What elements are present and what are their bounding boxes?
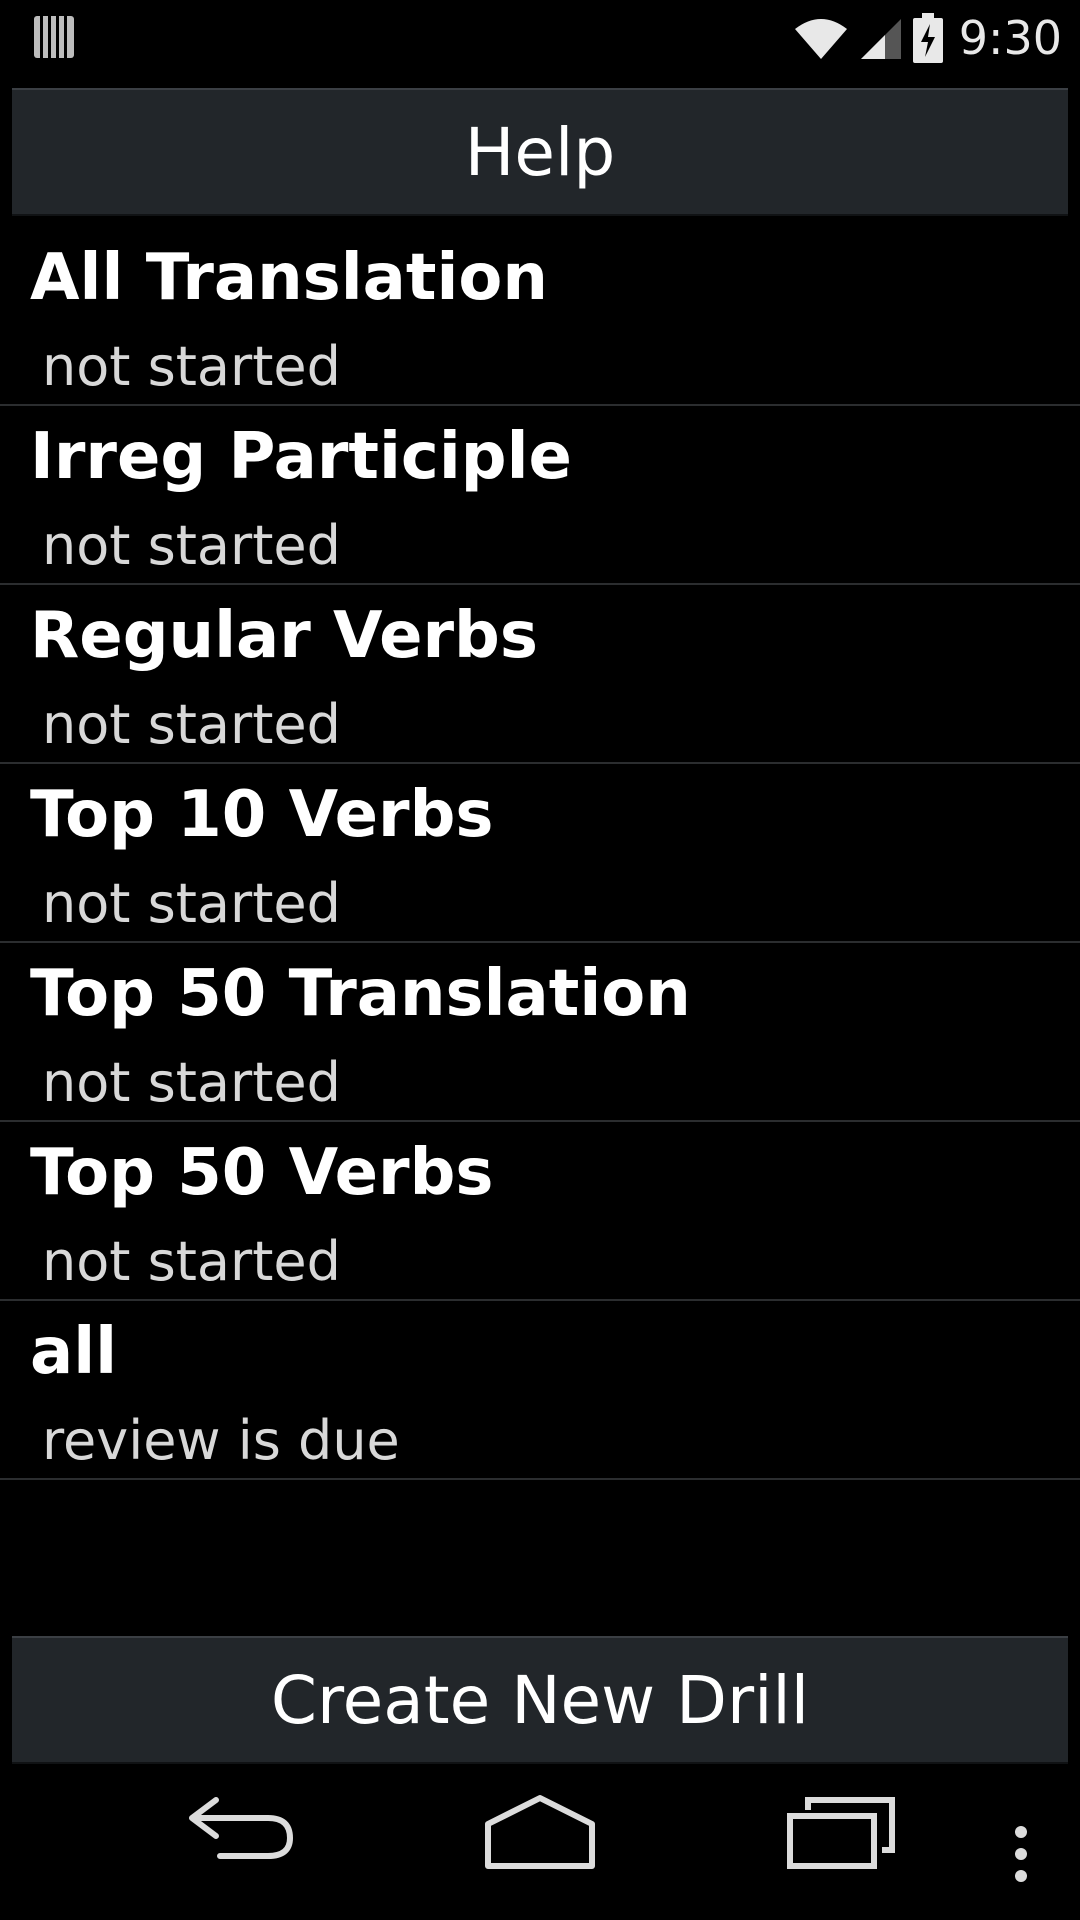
notification-bars-icon bbox=[34, 16, 74, 58]
status-icons: 9:30 bbox=[793, 10, 1062, 66]
drill-status: not started bbox=[42, 514, 341, 577]
home-icon[interactable] bbox=[480, 1788, 600, 1878]
navigation-bar bbox=[0, 1768, 1080, 1920]
recent-apps-icon[interactable] bbox=[786, 1792, 898, 1872]
list-item[interactable]: Top 50 Translation not started bbox=[0, 943, 1080, 1122]
list-item[interactable]: Irreg Participle not started bbox=[0, 406, 1080, 585]
battery-charging-icon bbox=[912, 13, 943, 63]
list-item[interactable]: Regular Verbs not started bbox=[0, 585, 1080, 764]
help-button[interactable]: Help bbox=[12, 88, 1068, 216]
drill-title: Irreg Participle bbox=[30, 420, 572, 494]
list-item[interactable]: Top 10 Verbs not started bbox=[0, 764, 1080, 943]
status-bar: 9:30 bbox=[0, 0, 1080, 76]
drill-title: all bbox=[30, 1315, 118, 1389]
list-item[interactable]: Top 50 Verbs not started bbox=[0, 1122, 1080, 1301]
drill-list: All Translation not started Irreg Partic… bbox=[0, 227, 1080, 1480]
list-item[interactable]: all review is due bbox=[0, 1301, 1080, 1480]
drill-title: Top 50 Translation bbox=[30, 957, 691, 1031]
drill-status: not started bbox=[42, 693, 341, 756]
back-icon[interactable] bbox=[180, 1792, 300, 1872]
drill-status: not started bbox=[42, 1230, 341, 1293]
create-new-drill-button[interactable]: Create New Drill bbox=[12, 1636, 1068, 1764]
overflow-menu-icon[interactable] bbox=[1008, 1824, 1034, 1884]
drill-title: Top 10 Verbs bbox=[30, 778, 494, 852]
drill-status: review is due bbox=[42, 1409, 400, 1472]
drill-status: not started bbox=[42, 1051, 341, 1114]
drill-status: not started bbox=[42, 335, 341, 398]
drill-status: not started bbox=[42, 872, 341, 935]
list-item[interactable]: All Translation not started bbox=[0, 227, 1080, 406]
signal-icon bbox=[860, 19, 901, 59]
drill-title: Top 50 Verbs bbox=[30, 1136, 494, 1210]
drill-title: Regular Verbs bbox=[30, 599, 538, 673]
drill-title: All Translation bbox=[30, 241, 548, 315]
clock: 9:30 bbox=[958, 11, 1062, 65]
wifi-icon bbox=[794, 19, 847, 59]
